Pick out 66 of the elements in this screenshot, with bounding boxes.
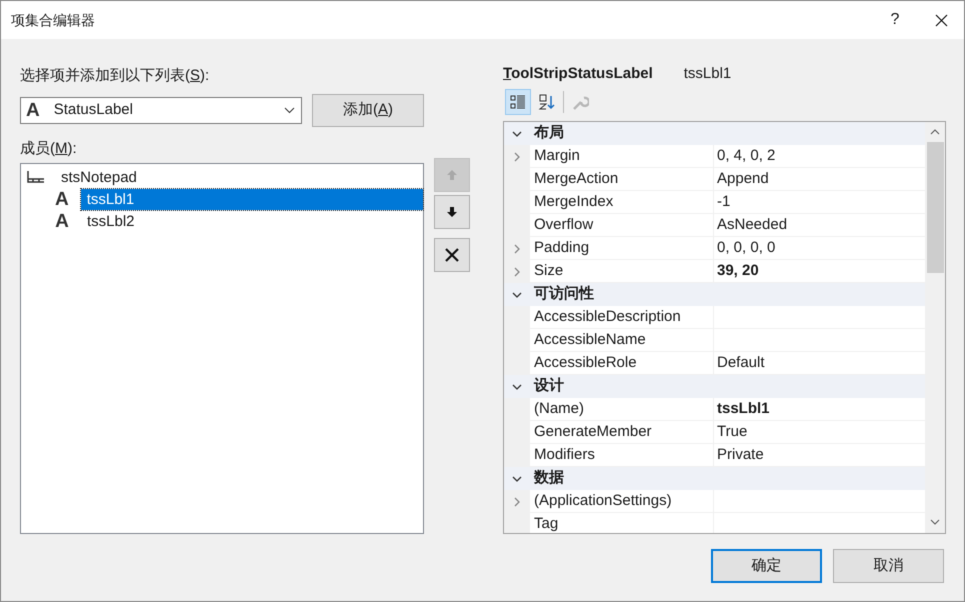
property-name[interactable]: Padding [530, 237, 714, 260]
category-label: 可访问性 [534, 284, 594, 304]
collapse-chevron-icon[interactable] [512, 382, 522, 392]
property-value[interactable]: True [714, 421, 925, 444]
property-value[interactable]: 39, 20 [714, 260, 925, 283]
status-strip-icon [27, 170, 45, 184]
close-icon [934, 14, 948, 26]
move-down-button[interactable] [434, 195, 470, 229]
property-name[interactable]: Tag [530, 513, 714, 533]
expand-chevron-icon[interactable] [512, 496, 522, 506]
property-value[interactable]: 0, 4, 0, 2 [714, 145, 925, 168]
ok-button[interactable]: 确定 [711, 549, 822, 583]
property-value[interactable]: Append [714, 168, 925, 191]
property-name[interactable]: Margin [530, 145, 714, 168]
delete-icon [445, 248, 459, 262]
property-value[interactable]: -1 [714, 191, 925, 214]
property-value[interactable]: AsNeeded [714, 214, 925, 237]
tree-item[interactable]: stsNotepad [55, 166, 143, 188]
property-value[interactable]: 0, 0, 0, 0 [714, 237, 925, 260]
object-name-label: tssLbl1 [684, 64, 732, 84]
scrollbar-thumb[interactable] [926, 142, 944, 273]
scroll-down-icon [930, 519, 940, 525]
collapse-chevron-icon[interactable] [512, 290, 522, 300]
window-title: 项集合编辑器 [11, 10, 96, 30]
property-value[interactable]: Private [714, 444, 925, 467]
property-name[interactable]: (ApplicationSettings) [530, 490, 714, 513]
add-button[interactable]: 添加(A) [312, 94, 424, 126]
type-combo[interactable]: A StatusLabel [20, 96, 302, 124]
add-list-label: 选择项并添加到以下列表(S): [20, 66, 210, 86]
property-name[interactable]: AccessibleDescription [530, 306, 714, 329]
collapse-chevron-icon[interactable] [512, 128, 522, 138]
arrow-down-icon [445, 205, 459, 219]
label-type-icon: A [53, 190, 71, 208]
expand-chevron-icon[interactable] [512, 266, 522, 276]
property-name[interactable]: MergeAction [530, 168, 714, 191]
cancel-button[interactable]: 取消 [833, 549, 944, 583]
scroll-up-icon [930, 129, 940, 135]
property-name[interactable]: GenerateMember [530, 421, 714, 444]
help-button[interactable]: ? [872, 1, 918, 39]
label-type-icon: A [53, 212, 71, 230]
categorized-view-button[interactable] [505, 89, 531, 115]
property-name[interactable]: Size [530, 260, 714, 283]
sort-alphabetical-icon [538, 93, 556, 111]
property-name[interactable]: Overflow [530, 214, 714, 237]
combo-value: StatusLabel [54, 100, 134, 120]
tree-item[interactable]: tssLbl2 [81, 210, 141, 232]
category-label: 数据 [534, 468, 564, 488]
expand-chevron-icon[interactable] [512, 244, 522, 254]
expand-chevron-icon[interactable] [512, 152, 522, 162]
object-type-label: ToolStripStatusLabel [503, 64, 653, 84]
categorized-view-icon [509, 93, 527, 111]
property-name[interactable]: Modifiers [530, 444, 714, 467]
property-name[interactable]: (Name) [530, 398, 714, 421]
category-label: 设计 [534, 376, 564, 396]
property-name[interactable]: MergeIndex [530, 191, 714, 214]
category-label: 布局 [534, 123, 564, 144]
property-name[interactable]: AccessibleName [530, 329, 714, 352]
label-type-icon: A [26, 100, 40, 120]
property-value[interactable]: Default [714, 352, 925, 375]
collapse-chevron-icon[interactable] [512, 474, 522, 484]
property-name[interactable]: AccessibleRole [530, 352, 714, 375]
members-label: 成员(M): [20, 140, 77, 156]
arrow-up-icon [445, 168, 459, 182]
property-value[interactable]: tssLbl1 [714, 398, 925, 421]
delete-button[interactable] [434, 238, 470, 272]
tree-item[interactable]: tssLbl1 [80, 188, 423, 210]
